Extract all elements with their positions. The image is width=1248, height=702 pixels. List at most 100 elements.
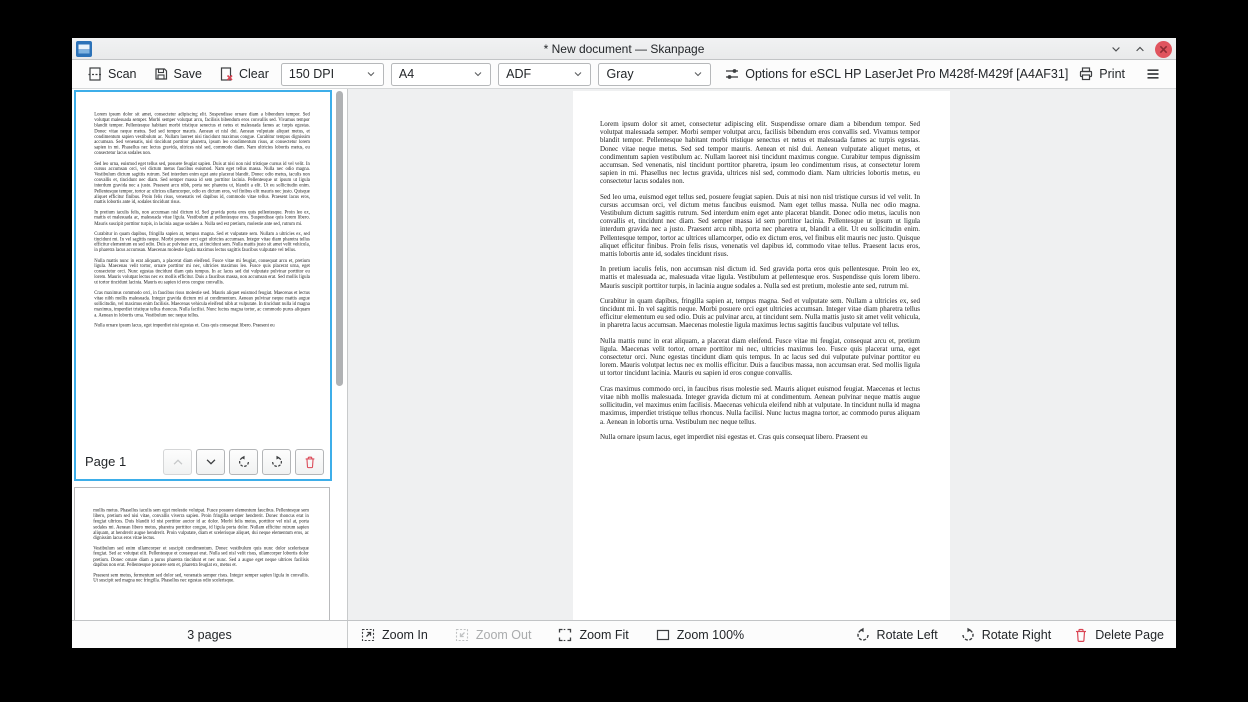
delete-page-label: Delete Page <box>1095 627 1164 642</box>
trash-icon <box>305 456 314 468</box>
clear-button[interactable]: Clear <box>213 62 274 86</box>
rotate-right-icon <box>271 455 282 467</box>
zoom-in-button[interactable]: Zoom In <box>360 627 428 643</box>
zoom-fit-button[interactable]: Zoom Fit <box>557 627 629 643</box>
page-1-controls: Page 1 <box>76 444 330 479</box>
rotate-page-right-button[interactable] <box>262 448 291 475</box>
window-controls <box>1107 38 1172 60</box>
save-label: Save <box>173 67 203 81</box>
content-area: Lorem ipsum dolor sit amet, consectetur … <box>72 89 1176 620</box>
zoom-fit-label: Zoom Fit <box>579 627 629 642</box>
page-size-combobox[interactable]: A4 <box>390 62 492 86</box>
bottom-toolbar: 3 pages Zoom In Zoom Out Zoom Fit Zoom 1… <box>72 620 1176 648</box>
titlebar: * New document — Skanpage <box>72 38 1176 60</box>
thumb-paragraph: mollis metus. Phasellus iaculis sem eget… <box>93 507 309 541</box>
thumb-paragraph: Curabitur in quam dapibus, fringilla sap… <box>94 230 310 253</box>
chevron-down-icon <box>694 72 702 77</box>
pages-status: 3 pages <box>72 621 348 648</box>
chevron-down-icon <box>367 72 375 77</box>
document-text: Lorem ipsum dolor sit amet, consectetur … <box>573 91 950 441</box>
thumb-paragraph: Vestibulum sed enim ullamcorper et susci… <box>93 545 309 568</box>
page-thumbnail-2[interactable]: mollis metus. Phasellus iaculis sem eget… <box>74 487 330 620</box>
chevron-down-icon <box>474 72 482 77</box>
thumbnails-scrollbar[interactable] <box>336 91 343 386</box>
rotate-right-icon <box>962 627 974 641</box>
clear-label: Clear <box>239 67 269 81</box>
move-up-icon <box>173 458 182 465</box>
delete-page-thumb-button[interactable] <box>295 448 324 475</box>
resolution-value: 150 DPI <box>288 67 335 81</box>
scan-label: Scan <box>108 67 137 81</box>
color-mode-combobox[interactable]: Gray <box>598 62 712 86</box>
thumb-paragraph: Sed leo urna, euismod eget tellus sed, p… <box>94 160 310 205</box>
thumb-paragraph: In pretium iaculis felis, non accumsan n… <box>94 209 310 226</box>
document-paragraph: Curabitur in quam dapibus, fringilla sap… <box>600 296 920 330</box>
document-paragraph: Lorem ipsum dolor sit amet, consectetur … <box>600 120 920 186</box>
pages-panel: Lorem ipsum dolor sit amet, consectetur … <box>72 89 348 620</box>
document-paragraph: Nulla mattis nunc in erat aliquam, a pla… <box>600 336 920 378</box>
rotate-right-button[interactable]: Rotate Right <box>960 627 1051 643</box>
document-view: Lorem ipsum dolor sit amet, consectetur … <box>348 89 1176 620</box>
scan-button[interactable]: Scan <box>82 62 142 86</box>
move-page-up-button <box>163 448 192 475</box>
move-down-icon <box>206 458 215 465</box>
zoom-in-label: Zoom In <box>382 627 428 642</box>
move-page-down-button[interactable] <box>196 448 225 475</box>
minimize-button[interactable] <box>1107 40 1125 58</box>
print-button[interactable]: Print <box>1073 62 1130 86</box>
page-edit-controls: Rotate Left Rotate Right Delete Page <box>855 627 1164 643</box>
close-icon <box>1159 45 1168 53</box>
rotate-page-left-button[interactable] <box>229 448 258 475</box>
delete-page-button[interactable]: Delete Page <box>1073 627 1164 643</box>
trash-icon <box>1076 628 1087 642</box>
zoom-out-label: Zoom Out <box>475 627 532 642</box>
rotate-right-label: Rotate Right <box>981 627 1052 642</box>
page-1-thumbnail-image: Lorem ipsum dolor sit amet, consectetur … <box>76 92 330 444</box>
main-toolbar: Scan Save Clear 150 DPI A4 ADF Gray Opti… <box>72 60 1176 89</box>
maximize-button[interactable] <box>1131 40 1149 58</box>
document-page-preview: Lorem ipsum dolor sit amet, consectetur … <box>573 91 950 620</box>
thumb-paragraph: Lorem ipsum dolor sit amet, consectetur … <box>94 111 310 156</box>
printer-icon <box>1080 67 1093 81</box>
thumb-paragraph: Nulla ornare ipsum lacus, eget imperdiet… <box>94 322 275 328</box>
zoom-original-icon <box>656 629 669 640</box>
source-combobox[interactable]: ADF <box>498 62 592 86</box>
scanner-options-button[interactable]: Options for eSCL HP LaserJet Pro M428f-M… <box>719 62 1073 86</box>
page-size-value: A4 <box>398 67 415 81</box>
scanner-icon <box>88 67 102 81</box>
window-title: * New document — Skanpage <box>543 41 705 56</box>
screen: * New document — Skanpage Scan Save Clea… <box>0 0 1248 702</box>
zoom-original-label: Zoom 100% <box>676 627 745 642</box>
pages-count: 3 pages <box>187 627 232 642</box>
zoom-out-icon <box>455 628 468 641</box>
hamburger-menu-button[interactable] <box>1140 62 1166 86</box>
thumb-paragraph: Nulla mattis nunc in erat aliquam, a pla… <box>94 257 310 286</box>
color-mode-value: Gray <box>606 67 634 81</box>
chevron-down-icon <box>1112 47 1120 52</box>
close-button[interactable] <box>1155 40 1172 58</box>
skanpage-window: * New document — Skanpage Scan Save Clea… <box>72 38 1176 648</box>
save-button[interactable]: Save <box>148 62 208 86</box>
page-thumbnail-1-selected[interactable]: Lorem ipsum dolor sit amet, consectetur … <box>74 90 332 481</box>
print-label: Print <box>1099 67 1125 81</box>
thumb-paragraph: Praesent sem metus, fermentum sed dolor … <box>93 572 309 584</box>
document-paragraph: In pretium iaculis felis, non accumsan n… <box>600 265 920 290</box>
resolution-combobox[interactable]: 150 DPI <box>280 62 384 86</box>
rotate-left-icon <box>856 627 869 641</box>
save-icon <box>154 68 167 80</box>
zoom-out-button: Zoom Out <box>454 627 532 643</box>
document-paragraph: Sed leo urna, euismod eget tellus sed, p… <box>600 192 920 259</box>
source-value: ADF <box>506 67 532 81</box>
zoom-fit-icon <box>559 628 572 641</box>
rotate-left-button[interactable]: Rotate Left <box>855 627 938 643</box>
page-label: Page 1 <box>85 454 127 469</box>
view-controls: Zoom In Zoom Out Zoom Fit Zoom 100% Rota… <box>348 621 1176 648</box>
toolbar-right-group: Print <box>1073 62 1166 86</box>
rotate-left-label: Rotate Left <box>876 627 938 642</box>
zoom-original-button[interactable]: Zoom 100% <box>655 627 744 643</box>
clear-icon <box>220 67 233 81</box>
document-paragraph: Nulla ornare ipsum lacus, eget imperdiet… <box>600 432 868 441</box>
thumb-paragraph: Cras maximus commodo orci, in faucibus r… <box>94 289 310 318</box>
scanner-options-label: Options for eSCL HP LaserJet Pro M428f-M… <box>745 67 1069 81</box>
sliders-icon <box>726 69 739 79</box>
